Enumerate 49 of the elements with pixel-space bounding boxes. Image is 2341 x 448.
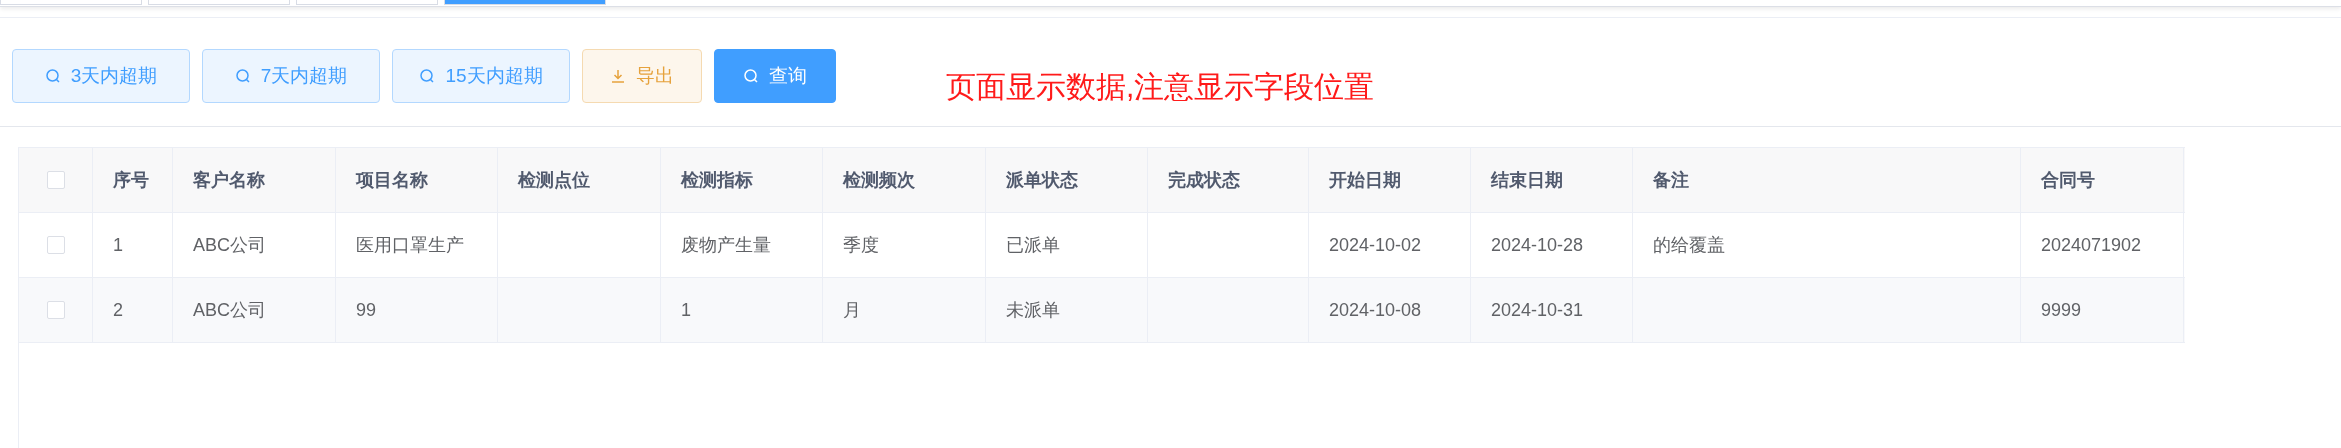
table-cell: 废物产生量 [661, 213, 823, 277]
row-checkbox[interactable] [46, 236, 65, 254]
table-cell: ABC公司 [173, 278, 336, 342]
row-checkbox[interactable] [46, 301, 65, 319]
table-cell: 医用口罩生产 [336, 213, 498, 277]
table-cell: 2024-10-02 [1309, 213, 1471, 277]
search-icon [419, 68, 436, 84]
column-header: 检测指标 [661, 148, 823, 212]
column-header: 结束日期 [1471, 148, 1633, 212]
column-header: 派单状态 [986, 148, 1148, 212]
tab[interactable] [296, 0, 438, 5]
table-cell: 1 [93, 213, 173, 277]
table-cell: 2 [93, 278, 173, 342]
column-header: 检测频次 [823, 148, 986, 212]
table-cell: 季度 [823, 213, 986, 277]
tab[interactable] [0, 0, 142, 5]
table-cell: 99 [336, 278, 498, 342]
table-cell: ABC公司 [173, 213, 336, 277]
column-header: 备注 [1633, 148, 2021, 212]
annotation-text: 页面显示数据,注意显示字段位置 [946, 68, 1375, 105]
filter-button[interactable]: 15天内超期 [392, 49, 570, 103]
search-icon [44, 68, 61, 84]
tab[interactable] [148, 0, 290, 5]
search-icon [743, 68, 759, 84]
column-header: 完成状态 [1148, 148, 1309, 212]
table-cell: 1 [661, 278, 823, 342]
table-cell: 2024-10-31 [1471, 278, 1633, 342]
table-cell: 2024-10-08 [1309, 278, 1471, 342]
search-icon [234, 68, 251, 84]
filter-button[interactable]: 3天内超期 [12, 49, 190, 103]
column-header: 项目名称 [336, 148, 498, 212]
query-button[interactable]: 查询 [714, 49, 836, 103]
tab[interactable] [444, 0, 606, 5]
table-cell: 已派单 [986, 213, 1148, 277]
table-cell: 2024-10-28 [1471, 213, 1633, 277]
column-header: 合同号 [2021, 148, 2184, 212]
table-cell: 的给覆盖 [1633, 213, 2021, 277]
table-cell: 月 [823, 278, 986, 342]
download-icon [610, 68, 626, 84]
column-header: 检测点位 [498, 148, 661, 212]
filter-button[interactable]: 7天内超期 [202, 49, 380, 103]
export-button[interactable]: 导出 [582, 49, 702, 103]
column-header: 客户名称 [173, 148, 336, 212]
column-header: 序号 [93, 148, 173, 212]
table-cell: 2024071902 [2021, 213, 2184, 277]
select-all-checkbox[interactable] [46, 171, 65, 189]
table-cell: 9999 [2021, 278, 2184, 342]
column-header: 开始日期 [1309, 148, 1471, 212]
table-cell: 未派单 [986, 278, 1148, 342]
